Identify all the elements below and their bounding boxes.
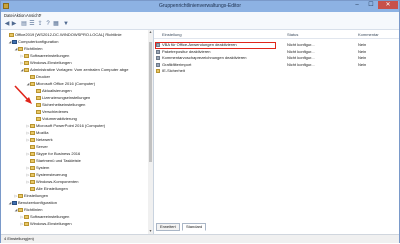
red-arrow-annotation	[14, 85, 32, 104]
editor-window: Gruppenrichtlinienverwaltungs-Editor – ☐…	[0, 0, 400, 243]
